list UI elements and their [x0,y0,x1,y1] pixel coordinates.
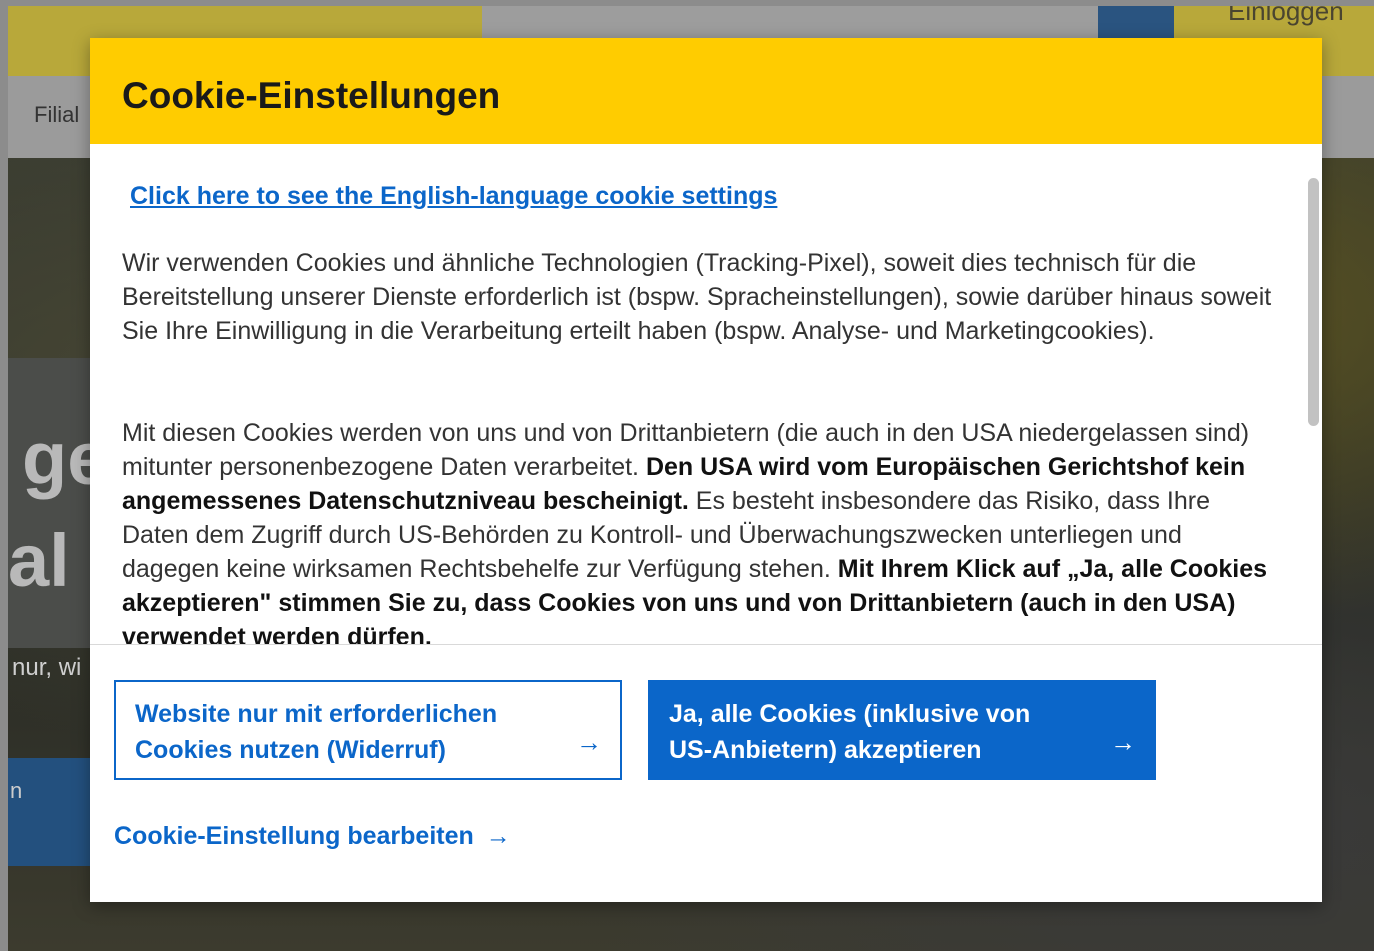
search-button-background [1098,6,1174,42]
hero-headline-line2: al [8,519,70,602]
dialog-scrollbar[interactable] [1306,144,1322,644]
dialog-title: Cookie-Einstellungen [122,75,501,116]
search-field-background [482,6,1100,42]
edit-cookie-settings-link[interactable]: Cookie-Einstellung bearbeiten → [114,822,511,851]
nav-item-filialen: Filial [34,102,80,127]
edit-link-label: Cookie-Einstellung bearbeiten [114,822,474,850]
cookie-settings-dialog: Cookie-Einstellungen Click here to see t… [90,38,1322,902]
cookie-intro-paragraph: Wir verwenden Cookies und ähnliche Techn… [122,249,1272,345]
button-label: Ja, alle Cookies (inklusive von US-Anbie… [669,700,1031,764]
dialog-divider [90,644,1322,645]
button-label: Website nur mit erforderlichen Cookies n… [135,700,498,764]
hero-cta-label: n [10,778,23,803]
accept-all-cookies-button[interactable]: Ja, alle Cookies (inklusive von US-Anbie… [648,680,1156,780]
login-link-background: Einloggen [1228,6,1344,26]
necessary-cookies-only-button[interactable]: Website nur mit erforderlichen Cookies n… [114,680,622,780]
english-settings-link[interactable]: Click here to see the English-language c… [130,182,777,211]
dialog-body[interactable]: Click here to see the English-language c… [90,144,1322,644]
arrow-right-icon: → [485,822,511,850]
hero-cta-button [8,758,90,866]
cookie-us-transfer-paragraph: Mit diesen Cookies werden von uns und vo… [122,416,1282,644]
arrow-right-icon: → [576,727,602,757]
hero-subline: nur, wi [12,654,82,681]
scrollbar-thumb[interactable] [1308,178,1319,426]
arrow-right-icon: → [1110,727,1136,757]
dialog-header: Cookie-Einstellungen [90,38,1322,144]
hero-text-panel [8,358,98,648]
